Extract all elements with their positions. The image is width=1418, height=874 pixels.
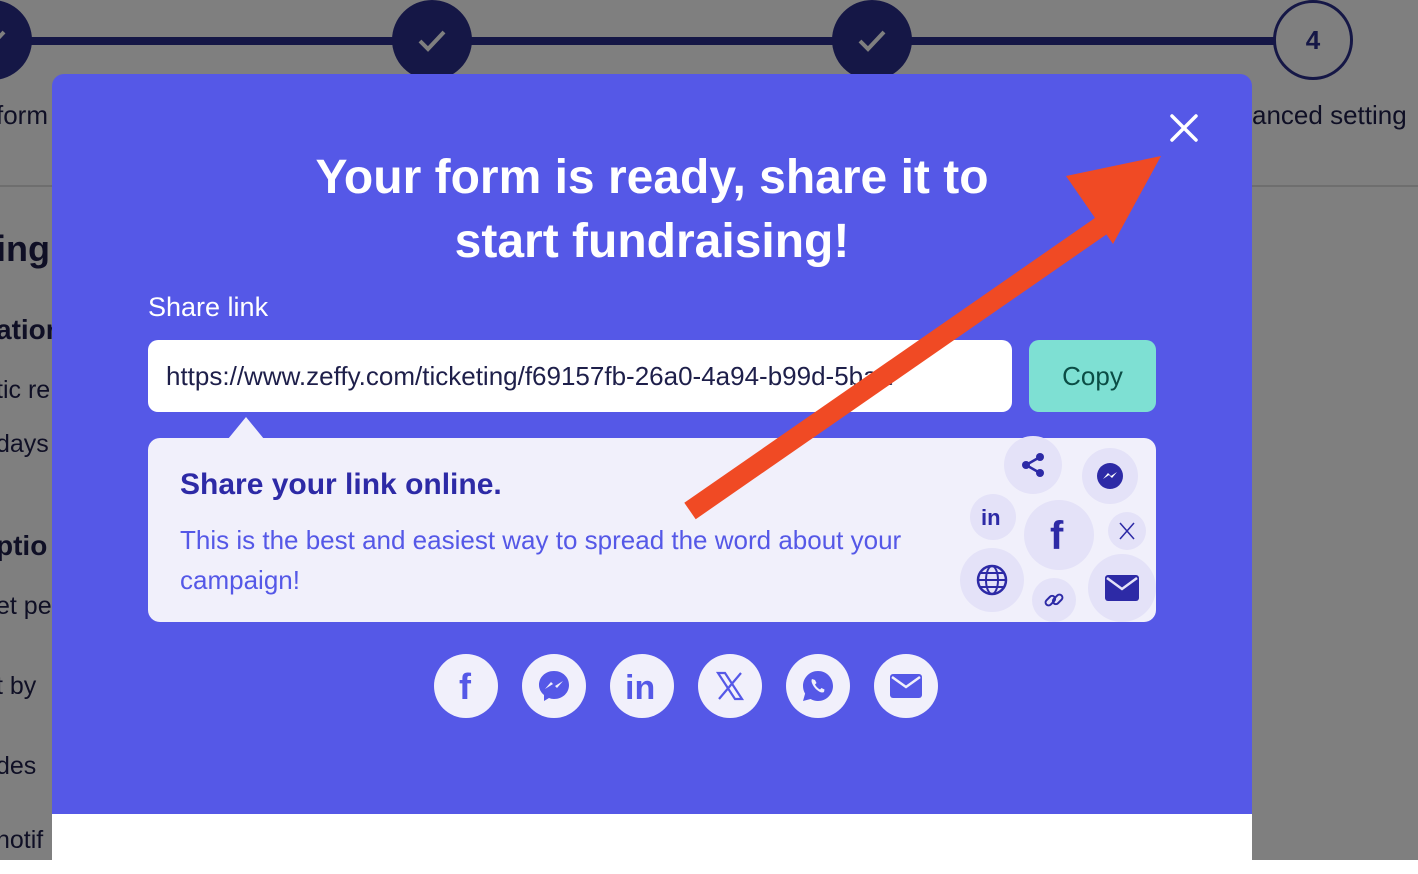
share-link-input[interactable] <box>148 340 1012 412</box>
modal-title-line-1: Your form is ready, share it to <box>315 151 989 204</box>
linkedin-icon: in <box>625 670 655 702</box>
facebook-icon: f <box>1024 500 1094 570</box>
modal-title-line-2: start fundraising! <box>454 215 850 268</box>
whatsapp-share-button[interactable] <box>786 654 850 718</box>
messenger-icon <box>1082 448 1138 504</box>
link-icon <box>1032 578 1076 622</box>
facebook-share-button[interactable]: f <box>434 654 498 718</box>
email-icon <box>1088 554 1156 622</box>
modal-footer <box>52 814 1252 874</box>
email-icon <box>890 674 922 698</box>
globe-icon <box>960 548 1024 612</box>
share-tip-title: Share your link online. <box>180 468 502 501</box>
linkedin-share-button[interactable]: in <box>610 654 674 718</box>
share-modal: Your form is ready, share it to start fu… <box>52 74 1252 874</box>
share-tip-card: Share your link online. This is the best… <box>148 436 1156 622</box>
close-button[interactable] <box>1164 108 1204 148</box>
facebook-icon: f <box>459 668 472 704</box>
messenger-share-button[interactable] <box>522 654 586 718</box>
whatsapp-icon <box>803 671 833 701</box>
share-tip-text: This is the best and easiest way to spre… <box>180 525 902 595</box>
svg-text:f: f <box>459 668 472 704</box>
close-icon <box>1170 114 1198 142</box>
x-icon <box>715 671 745 701</box>
x-icon <box>1108 512 1146 550</box>
messenger-icon <box>539 671 569 701</box>
svg-text:in: in <box>981 505 1001 529</box>
card-pointer <box>228 417 264 439</box>
x-share-button[interactable] <box>698 654 762 718</box>
share-icon <box>1004 436 1062 494</box>
modal-title: Your form is ready, share it to start fu… <box>52 146 1252 274</box>
svg-text:f: f <box>1050 515 1064 555</box>
email-share-button[interactable] <box>874 654 938 718</box>
linkedin-icon: in <box>970 494 1016 540</box>
copy-button[interactable]: Copy <box>1029 340 1156 412</box>
share-link-label: Share link <box>148 292 269 322</box>
svg-text:in: in <box>625 670 655 702</box>
